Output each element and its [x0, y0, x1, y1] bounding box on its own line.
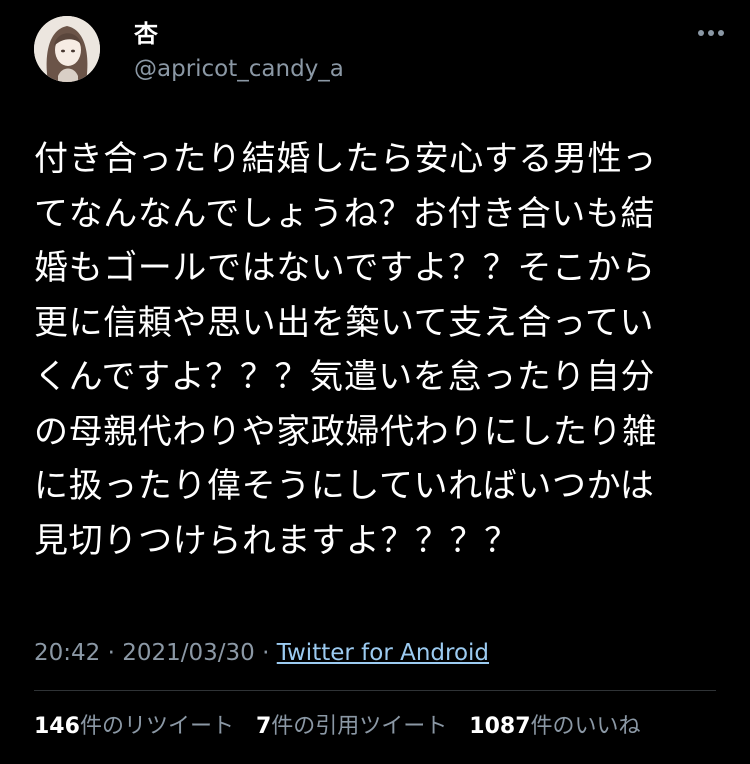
meta-separator: · [107, 640, 115, 666]
tweet-stats: 146件のリツイート 7件の引用ツイート 1087件のいいね [34, 712, 641, 742]
tweet-time: 20:42 [34, 640, 101, 666]
avatar[interactable] [34, 16, 100, 82]
tweet-date: 2021/03/30 [122, 640, 255, 666]
user-names: 杏 @apricot_candy_a [134, 20, 344, 84]
tweet-text-line: の母親代わりや家政婦代わりにしたり雑 [34, 411, 657, 452]
tweet-text: 付き合ったり結婚したら安心する男性っ てなんなんでしょうね？お付き合いも結 婚も… [34, 132, 724, 568]
quotes-count: 7 [255, 714, 272, 739]
tweet-text-line: 婚もゴールではないですよ？？そこから [34, 248, 656, 288]
likes-stat[interactable]: 1087件のいいね [469, 712, 640, 742]
tweet-text-line: に扱ったり偉そうにしていればいつかは [34, 466, 655, 506]
retweets-label: 件のリツイート [79, 714, 234, 739]
more-dot [708, 30, 714, 36]
tweet-header: 杏 @apricot_candy_a [34, 16, 724, 102]
tweet-metadata: 20:42 · 2021/03/30 · Twitter for Android [34, 637, 489, 669]
quotes-stat[interactable]: 7件の引用ツイート [256, 712, 447, 742]
tweet-text-line: 見切りつけられますよ？？？？ [34, 520, 519, 561]
user-handle[interactable]: @apricot_candy_a [134, 54, 344, 84]
quotes-label: 件の引用ツイート [271, 714, 448, 739]
likes-count: 1087 [469, 714, 531, 739]
tweet-text-line: 付き合ったり結婚したら安心する男性っ [34, 139, 657, 179]
tweet-text-line: てなんなんでしょうね？お付き合いも結 [34, 193, 656, 234]
divider [34, 690, 716, 691]
retweets-stat[interactable]: 146件のリツイート [34, 712, 234, 742]
more-options-icon[interactable] [684, 18, 724, 48]
more-dot [718, 30, 724, 36]
meta-separator: · [262, 640, 270, 666]
tweet-text-line: 更に信頼や思い出を築いて支え合ってい [34, 302, 655, 343]
tweet-source-link[interactable]: Twitter for Android [277, 640, 489, 666]
tweet-text-line: くんですよ？？？気遣いを怠ったり自分 [34, 357, 656, 397]
display-name[interactable]: 杏 [134, 20, 344, 48]
avatar-illustration [34, 16, 100, 82]
likes-label: 件のいいね [530, 714, 641, 739]
retweets-count: 146 [34, 714, 80, 739]
more-dot [698, 30, 704, 36]
